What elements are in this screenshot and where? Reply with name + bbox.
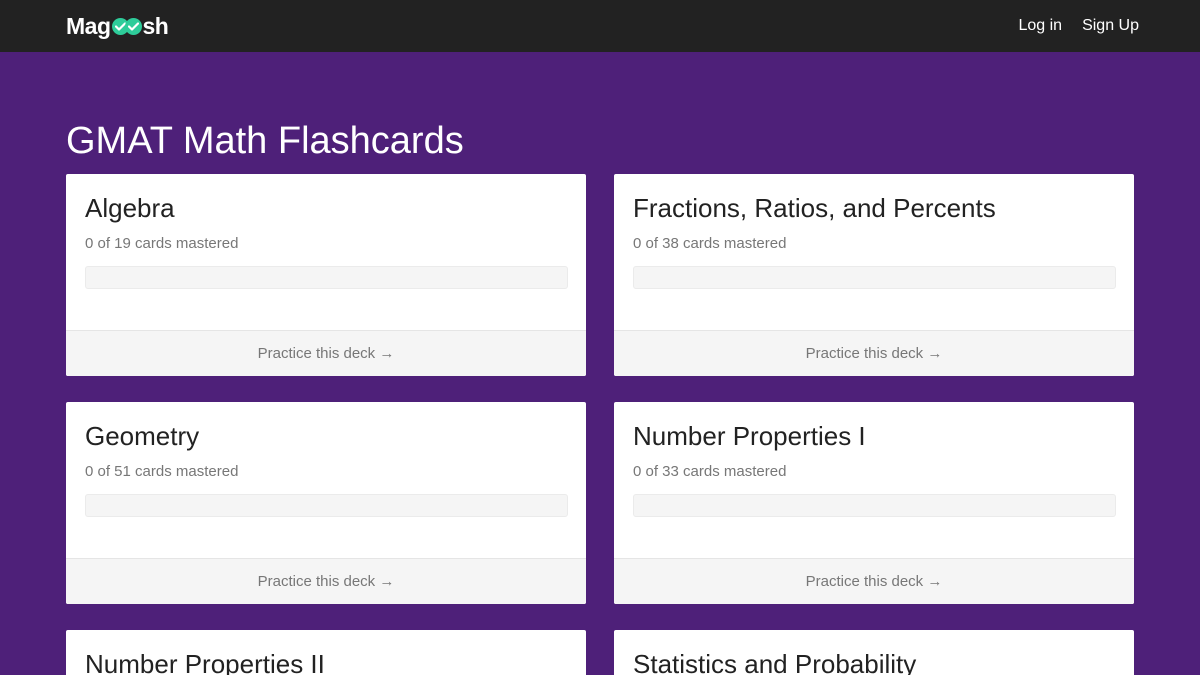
deck-title: Number Properties II xyxy=(85,649,325,675)
deck-progress-bar xyxy=(633,494,1116,517)
deck-mastery-count: 0 of 38 cards mastered xyxy=(633,235,787,252)
deck-card-algebra: Algebra 0 of 19 cards mastered Practice … xyxy=(66,174,586,376)
practice-deck-button[interactable]: Practice this deck → xyxy=(66,330,586,376)
page-title: GMAT Math Flashcards xyxy=(66,120,464,162)
deck-title: Statistics and Probability xyxy=(633,649,917,675)
deck-card-statistics-probability: Statistics and Probability xyxy=(614,630,1134,675)
logo-text-left: Mag xyxy=(66,12,111,39)
magoosh-logo[interactable]: Mag sh xyxy=(66,11,169,41)
deck-card-fractions-ratios-percents: Fractions, Ratios, and Percents 0 of 38 … xyxy=(614,174,1134,376)
deck-progress-bar xyxy=(85,266,568,289)
double-check-icon xyxy=(111,15,142,37)
deck-card-number-properties-1: Number Properties I 0 of 33 cards master… xyxy=(614,402,1134,604)
deck-card-geometry: Geometry 0 of 51 cards mastered Practice… xyxy=(66,402,586,604)
deck-card-number-properties-2: Number Properties II xyxy=(66,630,586,675)
deck-progress-bar xyxy=(85,494,568,517)
practice-deck-button[interactable]: Practice this deck → xyxy=(614,558,1134,604)
top-navbar: Mag sh Log in Sign Up xyxy=(0,0,1200,52)
deck-mastery-count: 0 of 51 cards mastered xyxy=(85,463,239,480)
deck-title: Geometry xyxy=(85,421,200,451)
practice-deck-button[interactable]: Practice this deck → xyxy=(66,558,586,604)
practice-deck-button[interactable]: Practice this deck → xyxy=(614,330,1134,376)
nav-links: Log in Sign Up xyxy=(1018,16,1139,36)
deck-title: Number Properties I xyxy=(633,421,866,451)
deck-title: Fractions, Ratios, and Percents xyxy=(633,193,996,223)
signup-link[interactable]: Sign Up xyxy=(1082,16,1139,36)
login-link[interactable]: Log in xyxy=(1018,16,1062,36)
deck-progress-bar xyxy=(633,266,1116,289)
deck-title: Algebra xyxy=(85,193,175,223)
deck-mastery-count: 0 of 33 cards mastered xyxy=(633,463,787,480)
logo-text-right: sh xyxy=(142,12,169,39)
deck-mastery-count: 0 of 19 cards mastered xyxy=(85,235,239,252)
